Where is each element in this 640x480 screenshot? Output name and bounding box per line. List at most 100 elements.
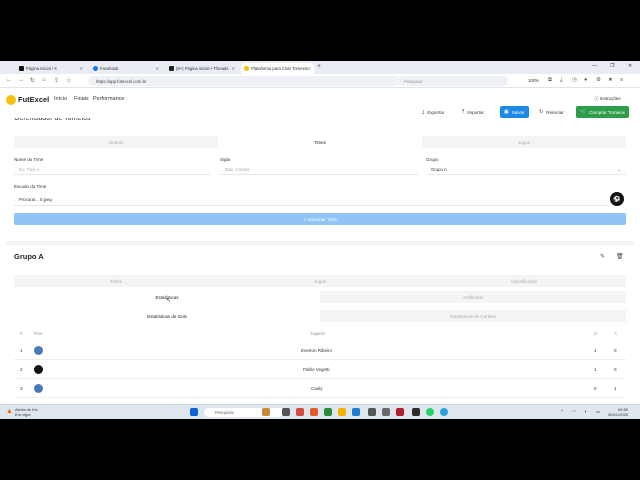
save-icon: ▣ [504, 109, 509, 115]
volume-icon[interactable]: ◖ [584, 409, 587, 414]
close-icon[interactable]: ✕ [156, 66, 159, 71]
taskbar-search-input[interactable]: Pesquisar [204, 408, 284, 417]
browser-search-input[interactable]: Pesquisar [398, 76, 508, 86]
tab-grupos[interactable]: Grupos [14, 136, 218, 148]
minimize-icon[interactable]: — [592, 63, 597, 69]
bookmark-icon[interactable]: ☆ [66, 77, 71, 84]
browser-tab[interactable]: (9+) Página inicial • Threads ✕ [166, 63, 238, 74]
tab-times[interactable]: Times [218, 136, 422, 148]
restart-button[interactable]: ↻ Reiniciar [535, 106, 568, 118]
close-icon[interactable]: ✕ [80, 66, 83, 71]
team-crest-icon [34, 365, 43, 374]
edge-icon[interactable] [352, 408, 360, 416]
group-tab-times[interactable]: Times [14, 275, 218, 287]
url-input[interactable]: https://app.futexcel.com.br [88, 76, 400, 86]
share-icon[interactable]: ⇪ [54, 77, 59, 84]
window-close-icon[interactable]: ✕ [628, 63, 632, 69]
telegram-icon[interactable] [440, 408, 448, 416]
download-icon: ⤓ [422, 109, 425, 115]
team-name-label: Nome do Time [14, 157, 44, 162]
tab-estatisticas-gols[interactable]: Estatísticas de Gols [14, 310, 320, 322]
history-icon[interactable]: ◷ [572, 77, 577, 83]
forward-icon[interactable]: → [18, 77, 24, 83]
crest-file-input[interactable]: Procurar... 0.jpeg [14, 194, 608, 206]
export-button[interactable]: ⤓ Exportar [418, 106, 448, 118]
instructions-button[interactable]: ⓘ Instruções [594, 96, 621, 102]
team-crest-icon [34, 384, 43, 393]
cart-icon: 🛒 [580, 109, 587, 115]
task-view-icon[interactable] [282, 408, 290, 416]
store-icon[interactable] [368, 408, 376, 416]
tab-jogos[interactable]: Jogos [422, 136, 626, 148]
brave-icon[interactable] [310, 408, 318, 416]
back-icon[interactable]: ← [6, 77, 12, 83]
downloads-icon[interactable]: ⤓ [560, 77, 562, 84]
section-divider [6, 241, 634, 245]
menu-icon[interactable]: ≡ [620, 77, 623, 83]
close-icon[interactable]: ✕ [232, 66, 235, 71]
mouse-cursor-icon: ↖ [166, 298, 172, 304]
group-tabs: Times Jogos Classificação [14, 275, 626, 287]
new-tab-icon[interactable]: + [317, 63, 321, 70]
add-team-button[interactable]: + Adicionar Time [14, 213, 626, 225]
stats-tabs: Estatísticas Artilheiros [14, 291, 626, 303]
table-row: 3 Cauly 0 1 [14, 380, 626, 398]
app-icon[interactable] [382, 408, 390, 416]
stats-subtabs: Estatísticas de Gols Estatísticas de Car… [14, 310, 626, 322]
browser-tab-active[interactable]: Plataforma para Criar Torneios ✕ [241, 63, 314, 74]
tray-chevron-icon[interactable]: ⌃ [560, 409, 564, 415]
brand-name[interactable]: FutExcel [18, 95, 49, 104]
settings-icon[interactable]: ⚙ [596, 77, 601, 83]
column-header-time: Time [33, 331, 43, 336]
browser-tab-bar: Página inicial / X ✕ Facebook ✕ (9+) Pág… [0, 61, 640, 74]
import-button[interactable]: ⤒ Importar [458, 106, 488, 118]
tab-estatisticas-cartoes[interactable]: Estatísticas de Cartões [320, 310, 626, 322]
column-header-assist[interactable]: A [614, 331, 617, 336]
weather-widget[interactable]: Alerta de frio Em vigor [15, 407, 38, 417]
group-tab-jogos[interactable]: Jogos [218, 275, 422, 287]
battery-icon[interactable]: ▭ [596, 409, 600, 415]
browser-tab[interactable]: Facebook ✕ [90, 63, 162, 74]
app-icon[interactable] [412, 408, 420, 416]
nav-inicio[interactable]: Início [54, 96, 67, 102]
wifi-icon[interactable]: ◠ [572, 409, 576, 415]
browser-tab[interactable]: Página inicial / X ✕ [16, 63, 86, 74]
file-explorer-icon[interactable] [338, 408, 346, 416]
windows-start-icon[interactable] [190, 408, 198, 416]
group-select[interactable]: Grupo A ⌄ [426, 165, 626, 175]
refresh-icon: ↻ [539, 109, 544, 115]
upload-icon: ⤒ [462, 109, 465, 115]
team-crest-icon [34, 346, 43, 355]
buy-tournaments-button[interactable]: 🛒 Comprar Torneios [576, 106, 629, 118]
taskbar: ▲ Alerta de frio Em vigor Pesquisar ⌃ ◠ … [0, 404, 640, 419]
abbr-input[interactable]: Máx. 3 letras [220, 165, 418, 175]
group-tab-classificacao[interactable]: Classificação [422, 275, 626, 287]
excel-icon[interactable] [324, 408, 332, 416]
tab-artilheiros[interactable]: Artilheiros [320, 291, 626, 303]
clock[interactable]: 09:55 30/01/2025 [608, 407, 628, 417]
app-icon[interactable] [296, 408, 304, 416]
reload-icon[interactable]: ↻ [30, 77, 35, 84]
edit-icon[interactable]: ✎ [600, 253, 605, 260]
home-icon[interactable]: ⌂ [42, 77, 46, 83]
extensions-icon[interactable]: ⧉ [548, 77, 552, 84]
threads-icon [169, 66, 174, 71]
app-icon[interactable] [396, 408, 404, 416]
zoom-level[interactable]: 100% [528, 78, 539, 83]
widgets-icon[interactable] [262, 408, 270, 416]
maximize-icon[interactable]: ❐ [610, 63, 614, 69]
trash-icon[interactable]: 🗑 [616, 253, 624, 260]
favorites-icon[interactable]: ★ [608, 77, 613, 83]
x-logo-icon [19, 66, 24, 71]
save-button[interactable]: ▣ Salvar [500, 106, 529, 118]
profile-icon[interactable]: ● [584, 77, 587, 83]
team-name-input[interactable]: Ex: Time A [14, 165, 210, 175]
whatsapp-icon[interactable] [426, 408, 434, 416]
close-icon[interactable]: ✕ [308, 66, 311, 71]
main-tabs: Grupos Times Jogos [14, 136, 626, 148]
nav-finais[interactable]: Finais [74, 96, 89, 102]
nav-performance[interactable]: Performance [93, 96, 125, 102]
column-header-pos: # [20, 331, 23, 336]
column-header-gols[interactable]: G [594, 331, 597, 336]
facebook-icon [93, 66, 98, 71]
